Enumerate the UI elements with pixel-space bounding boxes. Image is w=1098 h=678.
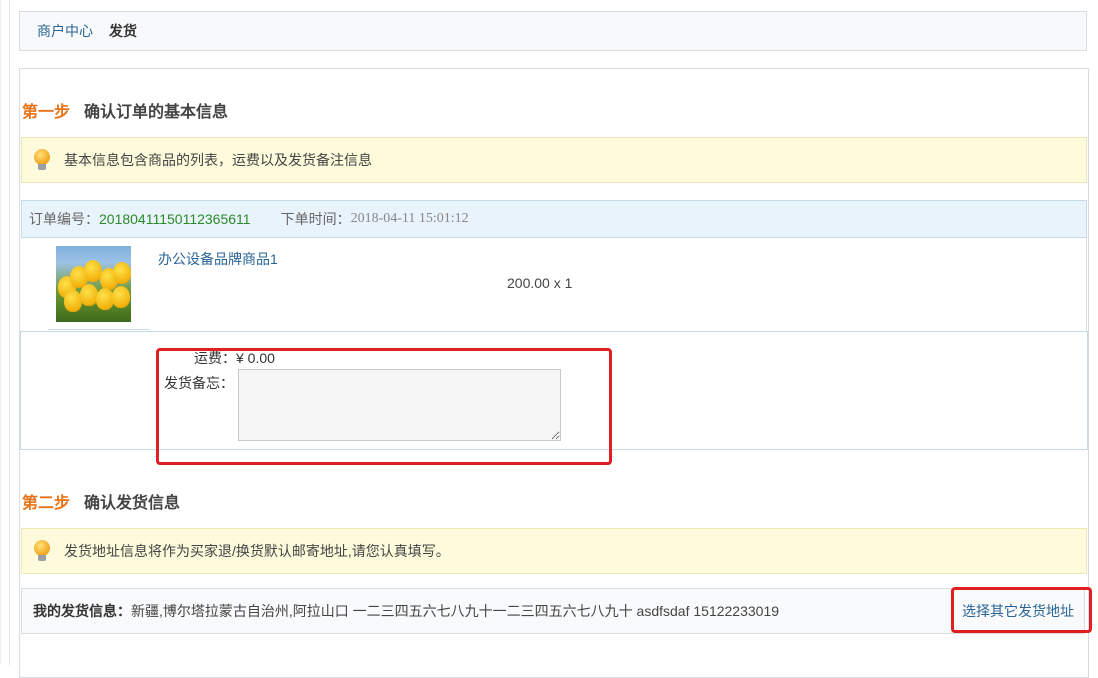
step1-tip: 基本信息包含商品的列表，运费以及发货备注信息: [21, 137, 1087, 183]
left-edge-line: [0, 0, 1, 665]
step1-title: 确认订单的基本信息: [84, 104, 229, 121]
order-no-value: 20180411150112365611: [99, 211, 251, 227]
step2-number: 第二步: [22, 495, 71, 512]
product-row: 办公设备品牌商品1 200.00 x 1: [21, 238, 1087, 331]
order-time-value: 2018-04-11 15:01:12: [350, 211, 469, 226]
step2-tip: 发货地址信息将作为买家退/换货默认邮寄地址,请您认真填写。: [21, 528, 1087, 574]
order-time-label: 下单时间：: [280, 211, 351, 227]
order-header: 订单编号： 20180411150112365611 下单时间： 2018-04…: [21, 200, 1087, 238]
tulip-image[interactable]: [56, 246, 131, 322]
product-name-link[interactable]: 办公设备品牌商品1: [158, 249, 278, 269]
product-price-quantity: 200.00 x 1: [507, 275, 573, 291]
shipping-info-row: 我的发货信息： 新疆,博尔塔拉蒙古自治州,阿拉山口 一二三四五六七八九十一二三四…: [21, 588, 1085, 634]
lightbulb-icon: [32, 539, 52, 563]
breadcrumb-current: 发货: [109, 23, 137, 39]
product-thumbnail-cell: [48, 238, 149, 330]
order-no-label: 订单编号：: [29, 211, 99, 227]
highlight-box-remark: [156, 348, 612, 465]
highlight-box-address-link: [951, 587, 1092, 633]
step2-heading: 第二步 确认发货信息: [22, 489, 180, 513]
breadcrumb-merchant-center-link[interactable]: 商户中心: [37, 21, 93, 41]
left-divider: [9, 0, 10, 665]
step2-title: 确认发货信息: [84, 495, 181, 512]
lightbulb-icon: [32, 148, 52, 172]
step1-tip-text: 基本信息包含商品的列表，运费以及发货备注信息: [64, 152, 372, 168]
breadcrumb: 商户中心 发货: [19, 11, 1087, 51]
step1-number: 第一步: [22, 104, 71, 121]
step2-tip-text: 发货地址信息将作为买家退/换货默认邮寄地址,请您认真填写。: [64, 543, 450, 559]
shipping-info-label: 我的发货信息：: [33, 603, 131, 619]
shipping-info-value: 新疆,博尔塔拉蒙古自治州,阿拉山口 一二三四五六七八九十一二三四五六七八九十 a…: [131, 603, 780, 619]
step1-heading: 第一步 确认订单的基本信息: [22, 98, 228, 122]
